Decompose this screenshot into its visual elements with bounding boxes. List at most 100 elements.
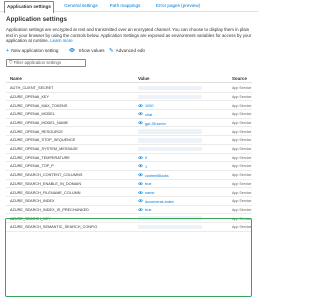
new-setting-button[interactable]: + New application setting [6, 46, 58, 56]
table-row[interactable]: AZURE_OPENAI_MODEL_NAME gpt-35-turbo App S… [6, 119, 252, 128]
setting-name[interactable]: AZURE_OPENAI_TEMPERATURE [10, 156, 70, 160]
setting-value-text: true [145, 182, 152, 187]
eye-icon[interactable] [138, 164, 143, 169]
setting-source: App Service [232, 207, 252, 212]
hidden-value[interactable] [138, 216, 202, 221]
setting-name[interactable]: AUTH_CLIENT_SECRET [10, 86, 53, 90]
header-value[interactable]: Value [138, 76, 149, 81]
setting-name[interactable]: AZURE_SEARCH_CONTENT_COLUMNS [10, 173, 82, 177]
eye-icon[interactable] [138, 181, 143, 186]
setting-value-text: 0 [145, 156, 148, 161]
setting-source: App Service [232, 147, 252, 152]
filter-input[interactable]: ⛉ Filter application settings [6, 59, 86, 67]
setting-value: gpt-35-turbo [138, 121, 166, 126]
tab-bar: Application settings General settings Pa… [0, 0, 258, 13]
setting-value: true [138, 181, 152, 186]
setting-name[interactable]: AZURE_OPENAI_MODEL_NAME [10, 121, 68, 125]
setting-name[interactable]: AZURE_OPENAI_MODEL [10, 112, 55, 116]
setting-name[interactable]: AZURE_SEARCH_SEMANTIC_SEARCH_CONFIG [10, 225, 97, 229]
setting-name[interactable]: AZURE_SEARCH_INDEX_IS_PRECHUNKED [10, 208, 89, 212]
hidden-value[interactable] [138, 224, 202, 230]
table-row[interactable]: AZURE_OPENAI_MAX_TOKENS 1000 App Service [6, 101, 252, 111]
table-row[interactable]: AZURE_SEARCH_INDEX_IS_PRECHUNKED true App … [6, 206, 252, 215]
setting-value-text: true [145, 208, 152, 213]
eye-icon[interactable] [138, 207, 143, 212]
show-values-label: Show values [78, 48, 105, 53]
setting-source: App Service [232, 225, 252, 230]
hidden-value[interactable] [138, 94, 202, 100]
setting-name[interactable]: AZURE_OPENAI_TOP_P [10, 164, 54, 168]
setting-name[interactable]: AZURE_OPENAI_SYSTEM_MESSAGE [10, 147, 78, 151]
setting-source: App Service [232, 164, 252, 169]
eye-icon[interactable] [138, 173, 143, 178]
setting-name[interactable]: AZURE_OPENAI_MAX_TOKENS [10, 104, 67, 108]
table-row[interactable]: AZURE_OPENAI_STOP_SEQUENCE App Service [6, 136, 252, 145]
setting-source: App Service [232, 155, 252, 160]
table-row[interactable]: AZURE_SEARCH_INDEX documents-index App Ser… [6, 197, 252, 206]
setting-value-text: documents-index [145, 199, 174, 204]
table-row[interactable]: AZURE_OPENAI_TEMPERATURE 0 App Service [6, 154, 252, 163]
header-source[interactable]: Source [232, 76, 247, 81]
table-row[interactable]: AZURE_SEARCH_SEMANTIC_SEARCH_CONFIG App S… [6, 223, 252, 232]
setting-value: 1 [138, 164, 147, 169]
header-name[interactable]: Name [10, 76, 22, 81]
filter-icon: ⛉ [9, 60, 13, 65]
setting-source: App Service [232, 138, 252, 143]
setting-value: true [138, 207, 152, 212]
setting-source: App Service [232, 199, 252, 204]
setting-value: 1000 [138, 103, 153, 108]
table-row[interactable]: AZURE_SEARCH_KEY App Service [6, 214, 252, 223]
table-row[interactable]: AZURE_OPENAI_MODEL chat App Service [6, 110, 252, 119]
setting-source: App Service [232, 181, 252, 186]
hidden-value[interactable] [138, 146, 202, 152]
eye-icon[interactable] [138, 155, 143, 160]
setting-name[interactable]: AZURE_OPENAI_STOP_SEQUENCE [10, 138, 75, 142]
setting-value: chat [138, 112, 152, 117]
table-row[interactable]: AZURE_OPENAI_RESOURCE App Service [6, 127, 252, 137]
setting-name[interactable]: AZURE_OPENAI_KEY [10, 95, 49, 99]
hidden-value[interactable] [138, 85, 202, 91]
tab-general-settings[interactable]: General settings [60, 1, 102, 12]
setting-value-text: contentBlocks [145, 173, 169, 178]
plus-icon: + [6, 48, 10, 54]
filter-placeholder: Filter application settings [13, 60, 62, 65]
table-row[interactable]: AZURE_SEARCH_ENABLE_IN_DOMAIN true App Ser… [6, 180, 252, 189]
setting-name[interactable]: AZURE_OPENAI_RESOURCE [10, 130, 63, 134]
tab-path-mappings[interactable]: Path mappings [106, 1, 144, 12]
table-row[interactable]: AZURE_OPENAI_KEY App Service [6, 93, 252, 102]
setting-source: App Service [232, 103, 252, 108]
setting-name[interactable]: AZURE_SEARCH_KEY [10, 217, 51, 221]
setting-value: 0 [138, 155, 147, 160]
eye-icon[interactable] [138, 190, 143, 195]
description: Application settings are encrypted at re… [6, 27, 254, 44]
setting-source: App Service [232, 216, 252, 221]
table-row[interactable]: AUTH_CLIENT_SECRET App Service [6, 84, 252, 93]
table-row[interactable]: AZURE_SEARCH_FILENAME_COLUMN name App Serv… [6, 188, 252, 197]
eye-icon[interactable] [138, 103, 143, 108]
eye-icon[interactable] [138, 199, 143, 204]
setting-name[interactable]: AZURE_SEARCH_ENABLE_IN_DOMAIN [10, 182, 81, 186]
learn-more-link[interactable]: Learn more [50, 38, 72, 43]
setting-name[interactable]: AZURE_SEARCH_INDEX [10, 199, 55, 203]
eye-icon[interactable] [138, 112, 143, 117]
hidden-value[interactable] [138, 138, 202, 143]
advanced-edit-button[interactable]: ✎ Advanced edit [109, 46, 145, 56]
eye-icon[interactable] [138, 121, 143, 126]
page-title: Application settings [6, 16, 68, 23]
eye-icon [69, 48, 77, 54]
table-row[interactable]: AZURE_OPENAI_TOP_P 1 App Service [6, 162, 252, 171]
setting-source: App Service [232, 173, 252, 178]
table-header: Name Value Source [6, 74, 252, 83]
pencil-icon: ✎ [109, 48, 114, 54]
table-row[interactable]: AZURE_SEARCH_CONTENT_COLUMNS contentBlock… [6, 171, 252, 180]
setting-source: App Service [232, 190, 252, 195]
tab-error-pages[interactable]: Error pages (preview) [150, 1, 206, 12]
setting-name[interactable]: AZURE_SEARCH_FILENAME_COLUMN [10, 191, 80, 195]
new-setting-label: New application setting [11, 48, 59, 53]
setting-value-text: chat [145, 112, 153, 117]
description-text: Application settings are encrypted at re… [6, 27, 252, 44]
table-row[interactable]: AZURE_OPENAI_SYSTEM_MESSAGE App Service [6, 145, 252, 154]
show-values-button[interactable]: Show values [69, 46, 105, 56]
tab-application-settings[interactable]: Application settings [4, 1, 54, 13]
hidden-value[interactable] [138, 129, 202, 134]
